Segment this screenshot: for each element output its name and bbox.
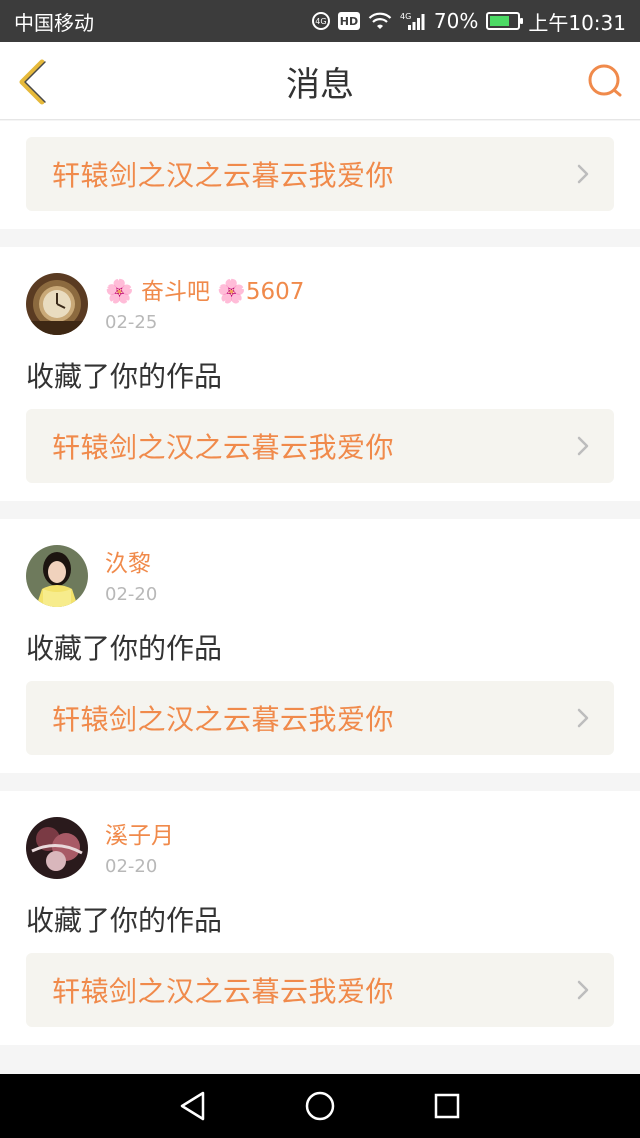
hd-icon: HD: [337, 12, 360, 30]
square-recents-icon: [434, 1093, 459, 1119]
message-card: 🌸 奋斗吧 🌸5607 02-25 收藏了你的作品 轩辕剑之汉之云暮云我爱你: [0, 247, 640, 501]
system-nav-bar: [0, 1074, 640, 1138]
page-title: 消息: [286, 64, 354, 105]
work-title: 轩辕剑之汉之云暮云我爱你: [52, 431, 395, 464]
message-card: 汣黎 02-20 收藏了你的作品 轩辕剑之汉之云暮云我爱你: [0, 519, 640, 773]
user-meta: 溪子月 02-20: [105, 817, 174, 881]
message-feed: 轩辕剑之汉之云暮云我爱你 🌸 奋斗吧 🌸5607 02-25 收藏了你的作品 轩…: [0, 121, 640, 1063]
signal-icon: 4G: [400, 11, 426, 31]
user-meta: 汣黎 02-20: [105, 545, 157, 609]
work-title: 轩辕剑之汉之云暮云我爱你: [52, 703, 395, 736]
message-text: 收藏了你的作品: [26, 360, 223, 393]
nav-recents-button[interactable]: [427, 1086, 467, 1126]
battery-icon: [486, 12, 524, 30]
status-right: 4G HD 4G 70% 上午10:31: [311, 7, 626, 36]
work-link[interactable]: 轩辕剑之汉之云暮云我爱你: [26, 137, 614, 211]
wifi-icon: [368, 11, 392, 31]
chevron-right-icon: [577, 436, 589, 456]
message-card: 轩辕剑之汉之云暮云我爱你: [0, 121, 640, 229]
avatar[interactable]: [26, 545, 88, 607]
message-date: 02-20: [105, 856, 158, 877]
chevron-right-icon: [577, 980, 589, 1000]
user-name[interactable]: 溪子月: [105, 821, 174, 851]
volte-icon: 4G: [311, 12, 330, 30]
user-name[interactable]: 汣黎: [105, 549, 157, 579]
message-card: 溪子月 02-20 收藏了你的作品 轩辕剑之汉之云暮云我爱你: [0, 791, 640, 1045]
triangle-back-icon: [181, 1091, 205, 1121]
user-row: 汣黎 02-20: [26, 545, 614, 607]
app-header: 消息: [0, 42, 640, 120]
message-date: 02-25: [105, 312, 158, 333]
battery-percent: 70%: [433, 9, 479, 33]
avatar[interactable]: [26, 817, 88, 879]
chevron-right-icon: [577, 708, 589, 728]
chevron-right-icon: [577, 164, 589, 184]
user-meta: 🌸 奋斗吧 🌸5607 02-25: [105, 273, 304, 337]
battery-fill: [490, 16, 509, 26]
search-button[interactable]: [586, 62, 624, 100]
search-icon: [588, 64, 622, 97]
clock: 上午10:31: [528, 10, 626, 35]
user-row: 溪子月 02-20: [26, 817, 614, 879]
user-name[interactable]: 🌸 奋斗吧 🌸5607: [105, 277, 304, 307]
work-title: 轩辕剑之汉之云暮云我爱你: [52, 159, 395, 192]
work-link[interactable]: 轩辕剑之汉之云暮云我爱你: [26, 953, 614, 1027]
status-left: 中国移动: [14, 7, 94, 36]
circle-home-icon: [305, 1091, 335, 1121]
message-text: 收藏了你的作品: [26, 904, 223, 937]
work-title: 轩辕剑之汉之云暮云我爱你: [52, 975, 395, 1008]
carrier-name: 中国移动: [14, 10, 94, 35]
avatar[interactable]: [26, 273, 88, 335]
status-bar: 中国移动 4G HD 4G 70% 上午10:31: [0, 0, 640, 42]
nav-home-button[interactable]: [300, 1086, 340, 1126]
message-date: 02-20: [105, 584, 158, 605]
message-text: 收藏了你的作品: [26, 632, 223, 665]
work-link[interactable]: 轩辕剑之汉之云暮云我爱你: [26, 409, 614, 483]
user-row: 🌸 奋斗吧 🌸5607 02-25: [26, 273, 614, 335]
network-type-label: 4G: [400, 12, 411, 21]
nav-back-button[interactable]: [173, 1086, 213, 1126]
work-link[interactable]: 轩辕剑之汉之云暮云我爱你: [26, 681, 614, 755]
